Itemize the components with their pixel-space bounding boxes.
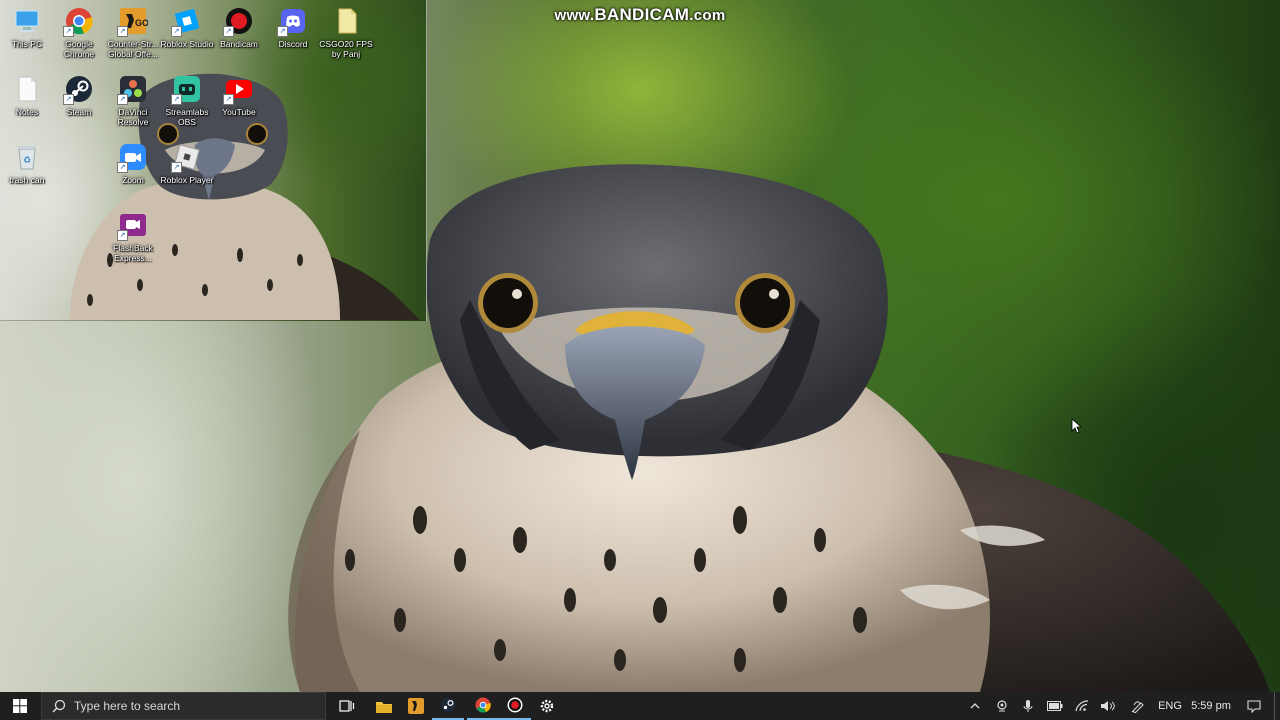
tray-language-button[interactable]: ENG (1154, 692, 1186, 720)
bandicam-watermark: www.BANDICAM.com (554, 5, 726, 24)
tray-battery-button[interactable] (1044, 692, 1066, 720)
desktop-icon-steam[interactable]: ↗ Steam (52, 74, 106, 117)
action-center-button[interactable] (1240, 692, 1268, 720)
task-view-icon (339, 700, 355, 712)
shortcut-arrow-icon: ↗ (117, 162, 128, 173)
chrome-icon (475, 697, 491, 713)
wifi-icon (1075, 700, 1089, 712)
svg-text:♻: ♻ (23, 156, 31, 166)
taskbar-csgo[interactable] (400, 692, 432, 720)
shortcut-arrow-icon: ↗ (63, 26, 74, 37)
youtube-icon: ↗ (223, 74, 254, 105)
taskbar-steam[interactable] (432, 692, 464, 720)
windows-logo-icon (13, 699, 27, 713)
clock-time: 5:59 pm (1191, 700, 1231, 712)
desktop-icon-davinci-resolve[interactable]: ↗ DaVinci Resolve (106, 74, 160, 127)
streamlabs-icon: ↗ (171, 74, 202, 105)
search-icon (52, 699, 66, 713)
shortcut-arrow-icon: ↗ (171, 26, 182, 37)
text-document-icon (12, 74, 42, 104)
tray-volume-button[interactable] (1097, 692, 1119, 720)
show-desktop-button[interactable] (1274, 692, 1280, 720)
start-button[interactable] (0, 692, 40, 720)
shortcut-arrow-icon: ↗ (171, 94, 182, 105)
speaker-icon (1101, 701, 1115, 711)
pen-workspace-icon (1131, 701, 1144, 713)
chevron-up-icon (970, 703, 980, 709)
shortcut-arrow-icon: ↗ (277, 26, 288, 37)
taskbar-settings[interactable] (531, 692, 563, 720)
battery-icon (1047, 701, 1063, 711)
shortcut-arrow-icon: ↗ (117, 230, 128, 241)
screen-preview-inset: This PC ↗ Google Chrome GO ↗ Counter-Str… (0, 0, 427, 321)
steam-icon: ↗ (63, 74, 94, 105)
flashback-icon: ↗ (117, 210, 148, 241)
desktop-icon-youtube[interactable]: ↗ YouTube (212, 74, 266, 117)
desktop-icon-notes[interactable]: Notes (0, 74, 54, 117)
folder-icon (376, 701, 392, 713)
tray-microphone-button[interactable] (1018, 692, 1038, 720)
show-hidden-icons-button[interactable] (965, 692, 985, 720)
shortcut-arrow-icon: ↗ (223, 94, 234, 105)
taskbar-bandicam[interactable] (499, 692, 531, 720)
recycle-bin-icon: ♻ (12, 142, 42, 172)
task-view-button[interactable] (332, 692, 362, 720)
shortcut-arrow-icon: ↗ (171, 162, 182, 173)
language-label: ENG (1158, 700, 1182, 712)
desktop-icon-flashback-express[interactable]: ↗ FlashBack Express... (106, 210, 160, 263)
tray-pen-button[interactable] (1127, 692, 1149, 720)
mouse-cursor-icon (1071, 418, 1081, 434)
desktop-icon-zoom[interactable]: ↗ Zoom (106, 142, 160, 185)
tray-webcam-button[interactable] (992, 692, 1012, 720)
taskbar: Type here to search ENG 5:59 pm (0, 692, 1280, 720)
csgo-icon (408, 698, 424, 714)
roblox-player-icon: ↗ (171, 142, 202, 173)
webcam-icon (997, 700, 1007, 712)
desktop-icon-roblox-player[interactable]: ↗ Roblox Player (160, 142, 214, 185)
zoom-icon: ↗ (117, 142, 148, 173)
shortcut-arrow-icon: ↗ (117, 26, 128, 37)
tray-wifi-button[interactable] (1071, 692, 1093, 720)
desktop-icon-trash-can[interactable]: ♻ trash can (0, 142, 54, 185)
taskbar-file-explorer[interactable] (368, 692, 400, 720)
davinci-resolve-icon: ↗ (117, 74, 148, 105)
shortcut-arrow-icon: ↗ (63, 94, 74, 105)
search-placeholder: Type here to search (74, 699, 181, 713)
shortcut-arrow-icon: ↗ (117, 94, 128, 105)
gear-icon (540, 699, 554, 713)
tray-clock-button[interactable]: 5:59 pm (1188, 692, 1234, 720)
notification-icon (1247, 699, 1261, 713)
taskbar-chrome[interactable] (467, 692, 499, 720)
microphone-icon (1023, 700, 1033, 712)
steam-icon (440, 697, 456, 713)
taskbar-search-box[interactable]: Type here to search (41, 692, 326, 720)
desktop-icon-streamlabs[interactable]: ↗ Streamlabs OBS (160, 74, 214, 127)
shortcut-arrow-icon: ↗ (223, 26, 234, 37)
bandicam-icon (507, 697, 523, 713)
